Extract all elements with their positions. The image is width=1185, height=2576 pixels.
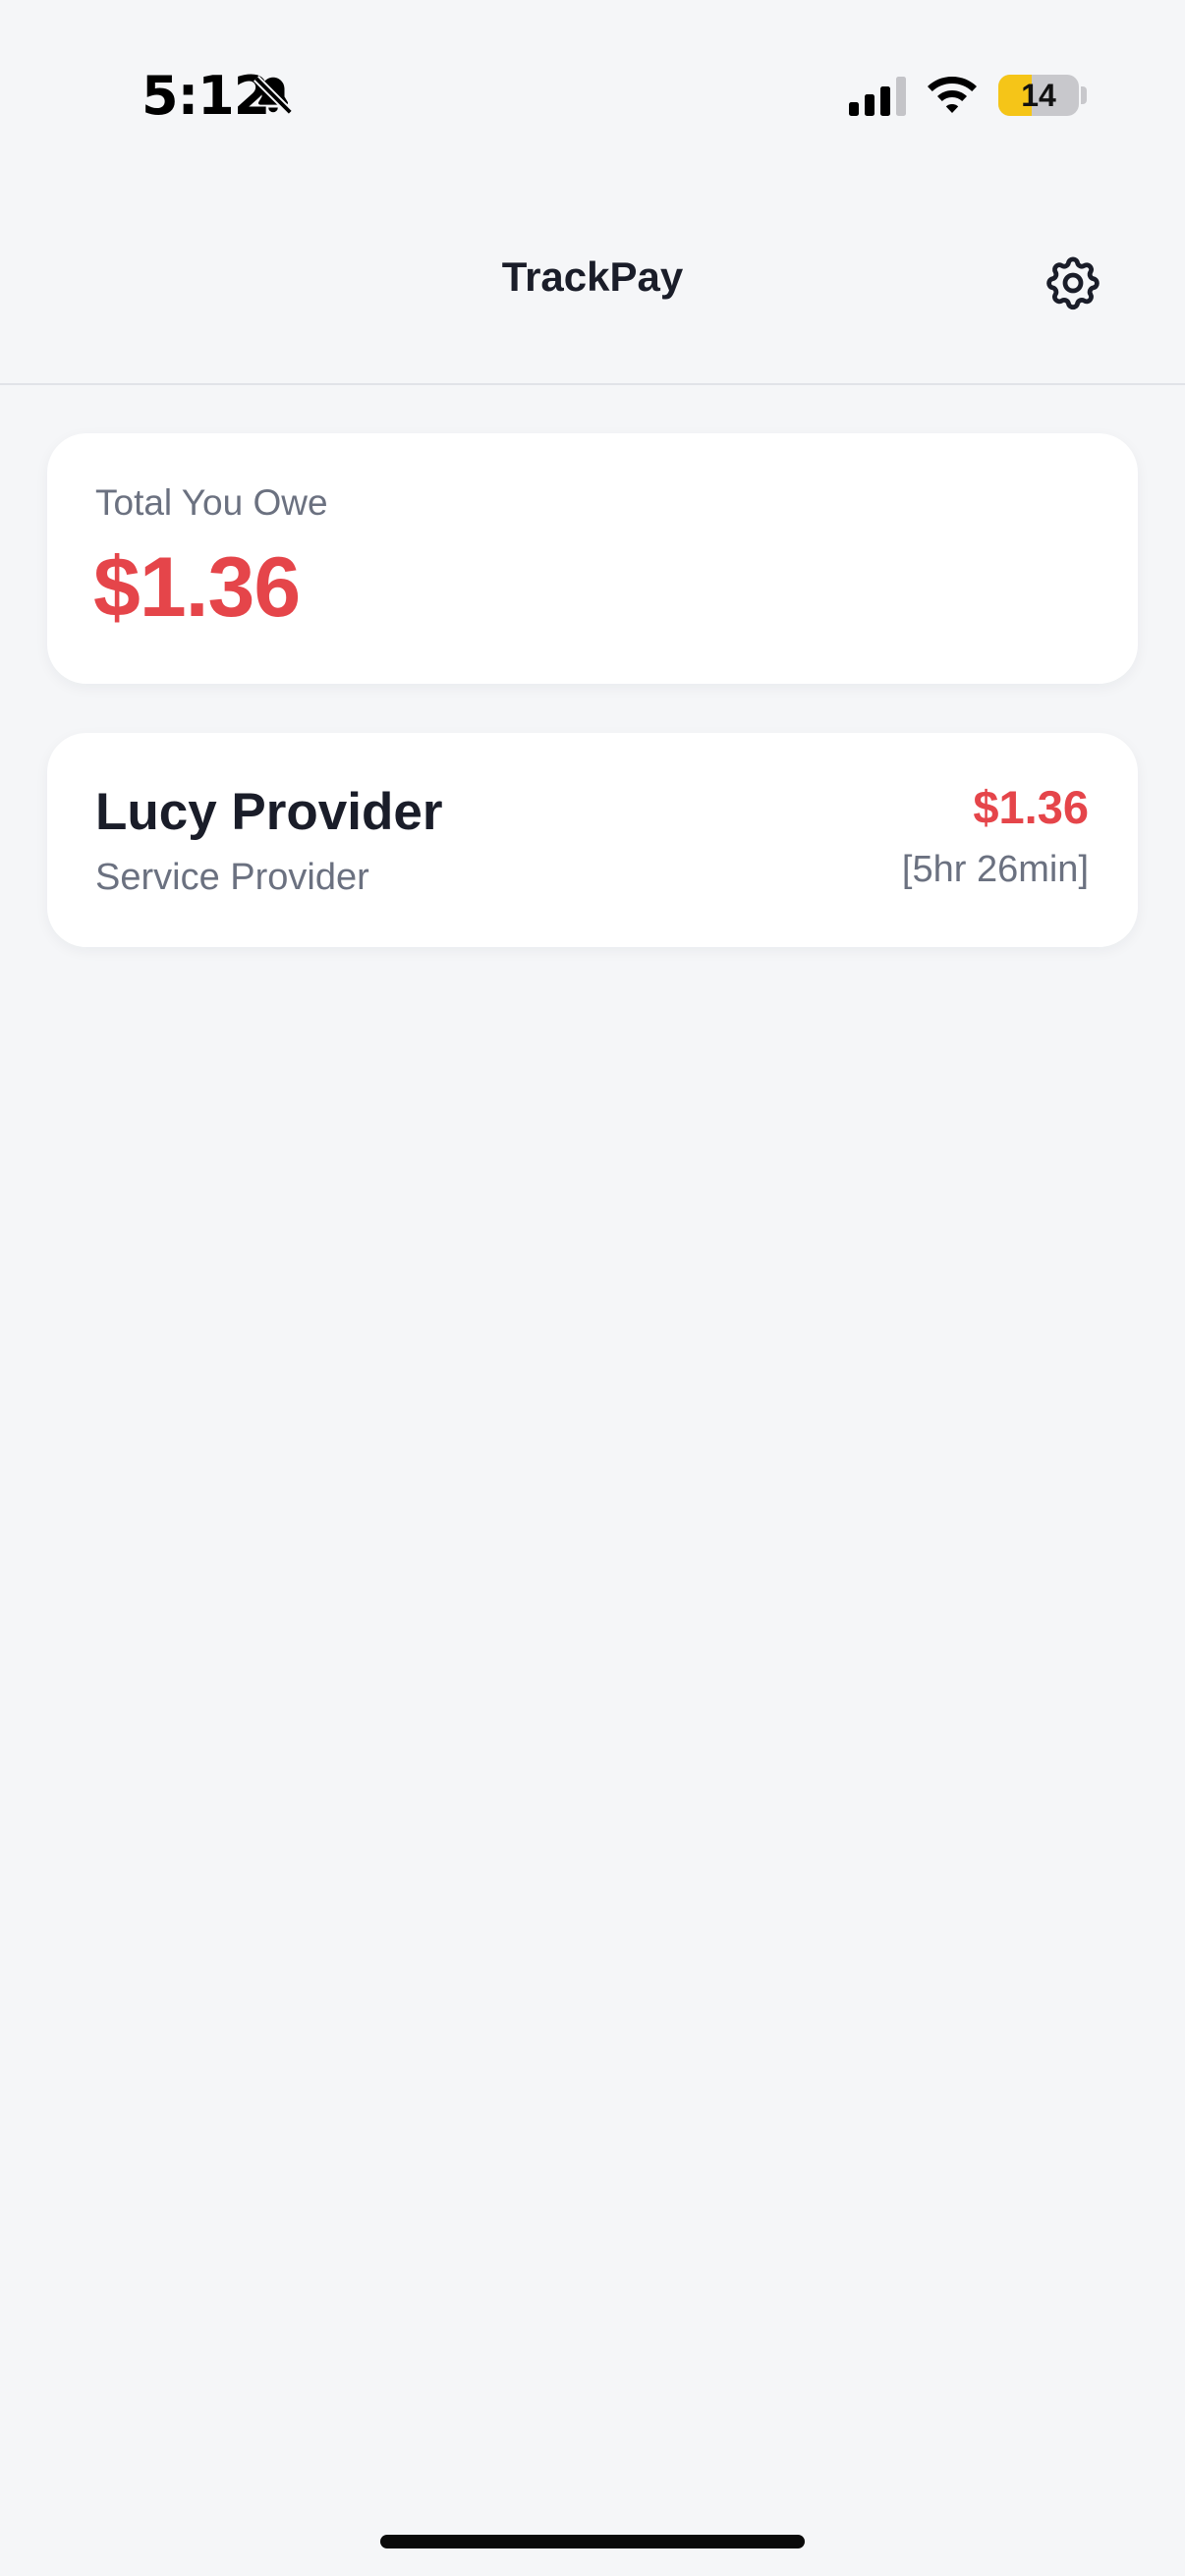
battery-tip — [1081, 86, 1087, 104]
provider-name: Lucy Provider — [95, 783, 443, 841]
wifi-icon — [928, 77, 977, 113]
battery-icon: 14 — [998, 75, 1079, 116]
provider-duration: [5hr 26min] — [901, 849, 1089, 890]
cellular-signal-icon — [849, 77, 906, 116]
bell-slash-icon — [254, 76, 293, 115]
page-title: TrackPay — [501, 253, 684, 300]
total-owed-label: Total You Owe — [95, 482, 328, 523]
provider-role: Service Provider — [95, 857, 369, 898]
home-indicator[interactable] — [380, 2535, 805, 2548]
provider-amount: $1.36 — [973, 781, 1089, 833]
total-owed-card: Total You Owe $1.36 — [47, 433, 1138, 684]
status-bar: 5:12 14 — [0, 0, 1185, 147]
screen: 5:12 14 TrackPay Total You Owe $1.36 Luc… — [0, 0, 1185, 2576]
provider-card[interactable]: Lucy Provider Service Provider $1.36 [5h… — [47, 733, 1138, 947]
battery-level: 14 — [1021, 77, 1056, 113]
app-header: TrackPay — [0, 147, 1185, 385]
total-owed-amount: $1.36 — [93, 540, 301, 635]
gear-icon — [1046, 256, 1100, 310]
settings-button[interactable] — [1040, 250, 1106, 316]
